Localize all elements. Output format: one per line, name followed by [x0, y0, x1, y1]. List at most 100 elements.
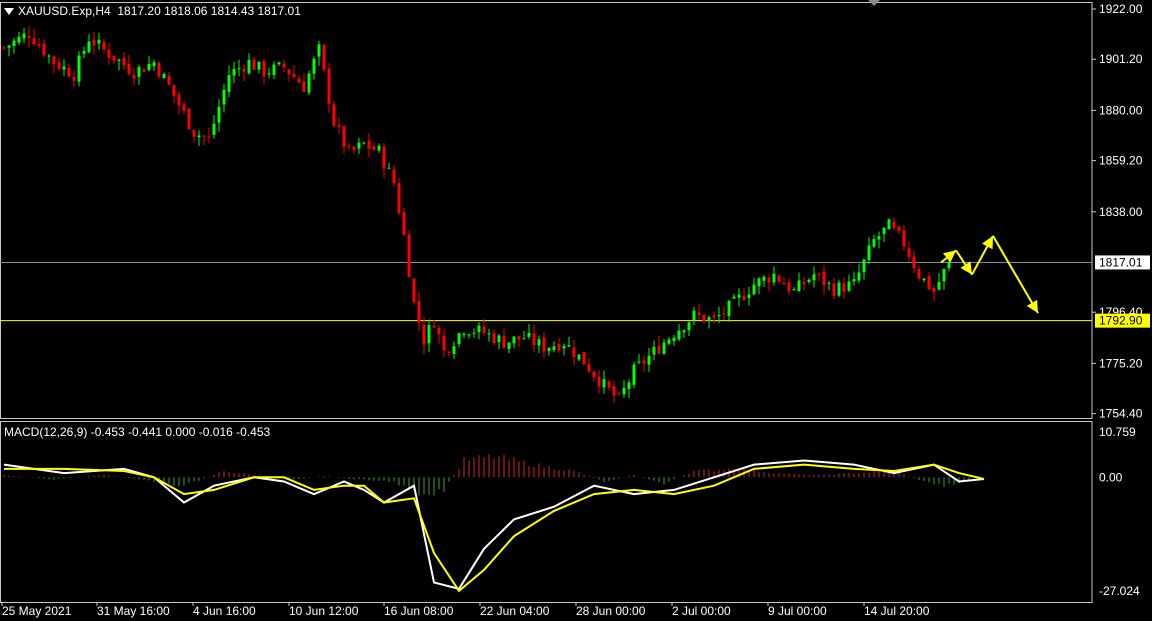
candle-body: [192, 130, 196, 137]
candle-body: [672, 337, 676, 341]
candle-body: [247, 59, 251, 74]
candle-body: [172, 84, 176, 96]
candle-body: [592, 371, 596, 378]
price-tick: 1901.20: [1099, 52, 1143, 66]
candle-body: [702, 314, 706, 322]
candle-body: [687, 322, 691, 331]
candle-body: [947, 262, 951, 269]
candle-body: [927, 276, 931, 290]
candle-body: [212, 123, 216, 135]
time-axis[interactable]: 25 May 2021 31 May 16:00 4 Jun 16:00 10 Jun…: [1, 602, 930, 618]
candle-body: [837, 282, 841, 296]
candle-body: [842, 283, 846, 292]
forecast-arrow: [992, 235, 1039, 314]
candle-body: [112, 55, 116, 61]
candle-body: [292, 73, 296, 78]
current-price-tick: 1817.01: [1099, 255, 1143, 269]
candle-body: [147, 63, 151, 71]
candle-body: [422, 325, 426, 345]
candle-body: [692, 310, 696, 321]
candle-body: [177, 94, 181, 106]
candle-body: [332, 104, 336, 126]
candle-body: [327, 68, 331, 104]
price-tick: 1838.00: [1099, 205, 1143, 219]
candle-body: [482, 326, 486, 333]
candle-body: [457, 333, 461, 345]
candle-body: [307, 73, 311, 93]
candle-body: [102, 42, 106, 50]
candle-body: [667, 339, 671, 344]
candle-body: [877, 236, 881, 240]
candle-body: [597, 376, 601, 387]
candle-body: [727, 300, 731, 316]
candle-body: [12, 40, 16, 46]
candle-body: [517, 336, 521, 340]
level-price-tick: 1792.90: [1099, 314, 1143, 328]
candle-body: [717, 315, 721, 317]
candle-body: [787, 282, 791, 292]
candle-body: [487, 333, 491, 335]
candle-body: [712, 315, 716, 318]
candle-body: [137, 67, 141, 77]
candle-body: [417, 300, 421, 323]
candle-body: [662, 342, 666, 354]
candle-body: [612, 386, 616, 396]
candle-body: [832, 283, 836, 296]
candle-body: [737, 294, 741, 298]
candle-body: [437, 328, 441, 335]
macd-tick: 0.00: [1099, 470, 1123, 484]
candle-body: [132, 75, 136, 79]
candle-body: [322, 44, 326, 70]
candle-body: [552, 346, 556, 350]
candle-body: [72, 76, 76, 81]
candle-body: [852, 279, 856, 282]
candle-body: [922, 278, 926, 281]
candle-body: [537, 339, 541, 346]
candle-body: [237, 68, 241, 70]
time-tick: 10 Jun 12:00: [289, 604, 359, 618]
candle-body: [202, 135, 206, 137]
candle-body: [347, 146, 351, 148]
price-tick: 1754.40: [1099, 407, 1143, 421]
candle-body: [47, 55, 51, 57]
candle-body: [567, 345, 571, 347]
chart-header[interactable]: XAUUSD.Exp,H4 1817.20 1818.06 1814.43 18…: [4, 4, 301, 18]
macd-signal-line: [4, 463, 985, 593]
candle-body: [187, 108, 191, 130]
candle-body: [312, 58, 316, 74]
candle-body: [507, 342, 511, 349]
candle-body: [917, 269, 921, 279]
candle-body: [127, 63, 131, 74]
macd-tick: -27.024: [1099, 584, 1140, 598]
macd-panel-border: [0, 421, 1093, 603]
forecast-arrows: [940, 235, 1039, 314]
candle-body: [52, 56, 56, 65]
price-axis[interactable]: 1922.00 1901.20 1880.00 1859.20 1838.00 1817.…: [1092, 2, 1150, 598]
candle-body: [812, 274, 816, 281]
candle-body: [602, 379, 606, 388]
candle-body: [847, 281, 851, 291]
candle-body: [707, 317, 711, 321]
candle-body: [637, 361, 641, 363]
candle-body: [42, 43, 46, 56]
candle-body: [622, 387, 626, 395]
price-panel-border: [0, 2, 1093, 419]
candle-body: [782, 282, 786, 285]
candle-body: [397, 183, 401, 214]
candle-body: [547, 348, 551, 352]
dropdown-triangle-icon[interactable]: [4, 8, 14, 15]
candle-body: [427, 325, 431, 344]
candle-body: [677, 330, 681, 340]
time-tick: 2 Jul 00:00: [672, 604, 731, 618]
candle-body: [912, 256, 916, 268]
candle-body: [252, 59, 256, 70]
candle-body: [522, 338, 526, 340]
candle-body: [67, 67, 71, 77]
candle-body: [117, 59, 121, 61]
candle-body: [62, 66, 66, 70]
candle-body: [862, 259, 866, 273]
candle-body: [37, 44, 41, 46]
candle-body: [742, 295, 746, 300]
time-tick: 31 May 16:00: [97, 604, 170, 618]
time-tick: 4 Jun 16:00: [193, 604, 256, 618]
